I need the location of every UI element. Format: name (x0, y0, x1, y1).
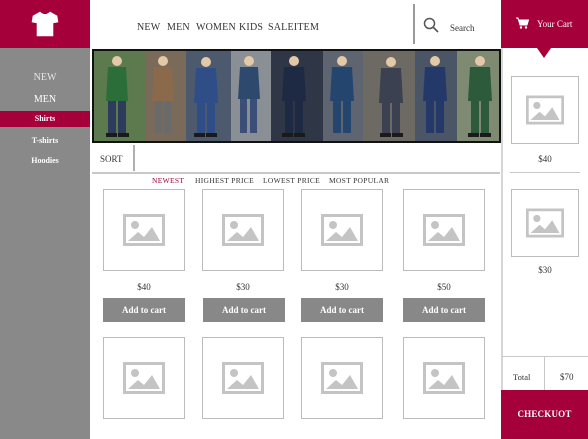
product-card[interactable] (202, 189, 284, 271)
add-to-cart-button[interactable]: Add to cart (301, 298, 383, 322)
image-placeholder-icon (526, 208, 564, 238)
sidebar-item-hoodies[interactable]: Hoodies (0, 156, 90, 165)
search-label[interactable]: Search (450, 23, 475, 33)
sort-divider (133, 145, 135, 171)
sort-option-most-popular[interactable]: MOST POPULAR (329, 176, 389, 185)
product-card[interactable] (103, 189, 185, 271)
banner-photo (94, 51, 499, 141)
add-to-cart-button[interactable]: Add to cart (103, 298, 185, 322)
total-value: $70 (560, 372, 574, 382)
product-card[interactable] (103, 337, 185, 419)
nav-divider (413, 4, 415, 44)
total-divider (502, 356, 588, 357)
sidebar-item-men[interactable]: MEN (0, 94, 90, 105)
nav-item-men[interactable]: MEN (167, 22, 190, 33)
nav-item-women[interactable]: WOMEN (196, 22, 236, 33)
nav-item-new[interactable]: NEW (137, 22, 160, 33)
total-label: Total (513, 372, 531, 382)
sort-option-highest-price[interactable]: HIGHEST PRICE (195, 176, 254, 185)
cart-item-price: $40 (538, 154, 552, 164)
category-sidebar: NEW MEN Shirts T-shirts Hoodies (0, 48, 90, 439)
cart-title: Your Cart (537, 19, 573, 29)
add-to-cart-button[interactable]: Add to cart (203, 298, 285, 322)
image-placeholder-icon (423, 362, 465, 394)
cart-divider (510, 172, 580, 173)
product-price: $30 (236, 282, 250, 292)
cart-item-price: $30 (538, 265, 552, 275)
product-price: $50 (437, 282, 451, 292)
product-card[interactable] (202, 337, 284, 419)
sidebar-item-tshirts[interactable]: T-shirts (0, 136, 90, 145)
product-price: $40 (137, 282, 151, 292)
search-icon[interactable] (423, 17, 439, 33)
image-placeholder-icon (123, 362, 165, 394)
product-card[interactable] (301, 337, 383, 419)
add-to-cart-button[interactable]: Add to cart (403, 298, 485, 322)
nav-item-kids[interactable]: KIDS (239, 22, 263, 33)
main-nav: NEW MEN WOMEN KIDS SALEITEM (90, 0, 415, 48)
product-card[interactable] (403, 337, 485, 419)
cart-panel-border (501, 48, 503, 439)
search-box[interactable]: Search (418, 0, 500, 48)
tshirt-icon (31, 11, 59, 37)
image-placeholder-icon (321, 214, 363, 246)
sort-option-lowest-price[interactable]: LOWEST PRICE (263, 176, 320, 185)
image-placeholder-icon (222, 214, 264, 246)
cart-header[interactable]: Your Cart (501, 0, 588, 48)
cart-pointer (537, 48, 551, 58)
image-placeholder-icon (423, 214, 465, 246)
product-card[interactable] (301, 189, 383, 271)
sort-underline (92, 172, 500, 174)
sort-bar: SORT (92, 143, 500, 173)
sidebar-item-new[interactable]: NEW (0, 72, 90, 83)
image-placeholder-icon (321, 362, 363, 394)
product-price: $30 (335, 282, 349, 292)
hero-banner (92, 49, 501, 143)
brand-logo[interactable] (0, 0, 90, 48)
image-placeholder-icon (526, 95, 564, 125)
checkout-button[interactable]: CHECKUOT (501, 390, 588, 439)
total-separator (544, 356, 545, 390)
sort-option-newest[interactable]: NEWEST (152, 176, 184, 185)
nav-item-saleitem[interactable]: SALEITEM (268, 22, 319, 33)
sidebar-item-shirts[interactable]: Shirts (0, 111, 90, 127)
cart-item-image[interactable] (511, 189, 579, 257)
image-placeholder-icon (222, 362, 264, 394)
sort-label[interactable]: SORT (100, 154, 122, 164)
image-placeholder-icon (123, 214, 165, 246)
cart-icon (516, 17, 529, 29)
cart-item-image[interactable] (511, 76, 579, 144)
product-card[interactable] (403, 189, 485, 271)
